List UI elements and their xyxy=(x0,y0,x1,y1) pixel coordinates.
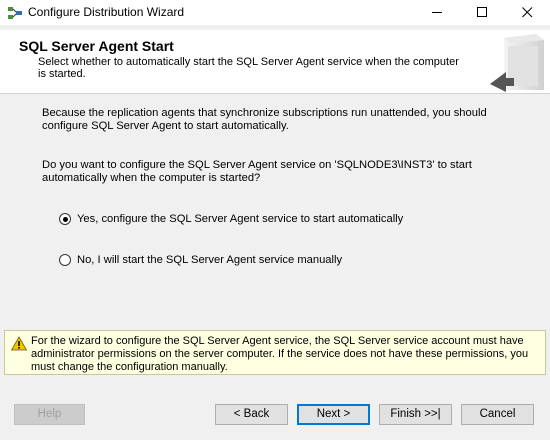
wizard-header: SQL Server Agent Start Select whether to… xyxy=(0,30,550,94)
warning-box: For the wizard to configure the SQL Serv… xyxy=(4,330,546,375)
close-button[interactable] xyxy=(505,0,550,25)
wizard-icon xyxy=(7,5,23,21)
minimize-button[interactable] xyxy=(415,0,460,25)
maximize-button[interactable] xyxy=(460,0,505,25)
close-icon xyxy=(522,7,533,18)
option-yes-label[interactable]: Yes, configure the SQL Server Agent serv… xyxy=(77,213,403,225)
cancel-button[interactable]: Cancel xyxy=(461,404,534,425)
window-title: Configure Distribution Wizard xyxy=(28,5,185,19)
warning-text: For the wizard to configure the SQL Serv… xyxy=(31,335,529,373)
page-title: SQL Server Agent Start xyxy=(19,38,174,54)
question-text: Do you want to configure the SQL Server … xyxy=(42,159,472,184)
minimize-icon xyxy=(432,12,442,13)
title-bar: Configure Distribution Wizard xyxy=(0,0,550,25)
intro-paragraph: Because the replication agents that sync… xyxy=(42,107,487,132)
page-subtitle: Select whether to automatically start th… xyxy=(38,56,459,80)
finish-button[interactable]: Finish >>| xyxy=(379,404,452,425)
radio-selected-icon[interactable] xyxy=(59,213,71,225)
help-button[interactable]: Help xyxy=(14,404,85,425)
option-no-label[interactable]: No, I will start the SQL Server Agent se… xyxy=(77,254,342,266)
maximize-icon xyxy=(477,7,487,17)
back-button[interactable]: < Back xyxy=(215,404,288,425)
server-graphic-icon xyxy=(490,34,544,92)
radio-unselected-icon[interactable] xyxy=(59,254,71,266)
warning-icon xyxy=(11,336,27,351)
next-button[interactable]: Next > xyxy=(297,404,370,425)
